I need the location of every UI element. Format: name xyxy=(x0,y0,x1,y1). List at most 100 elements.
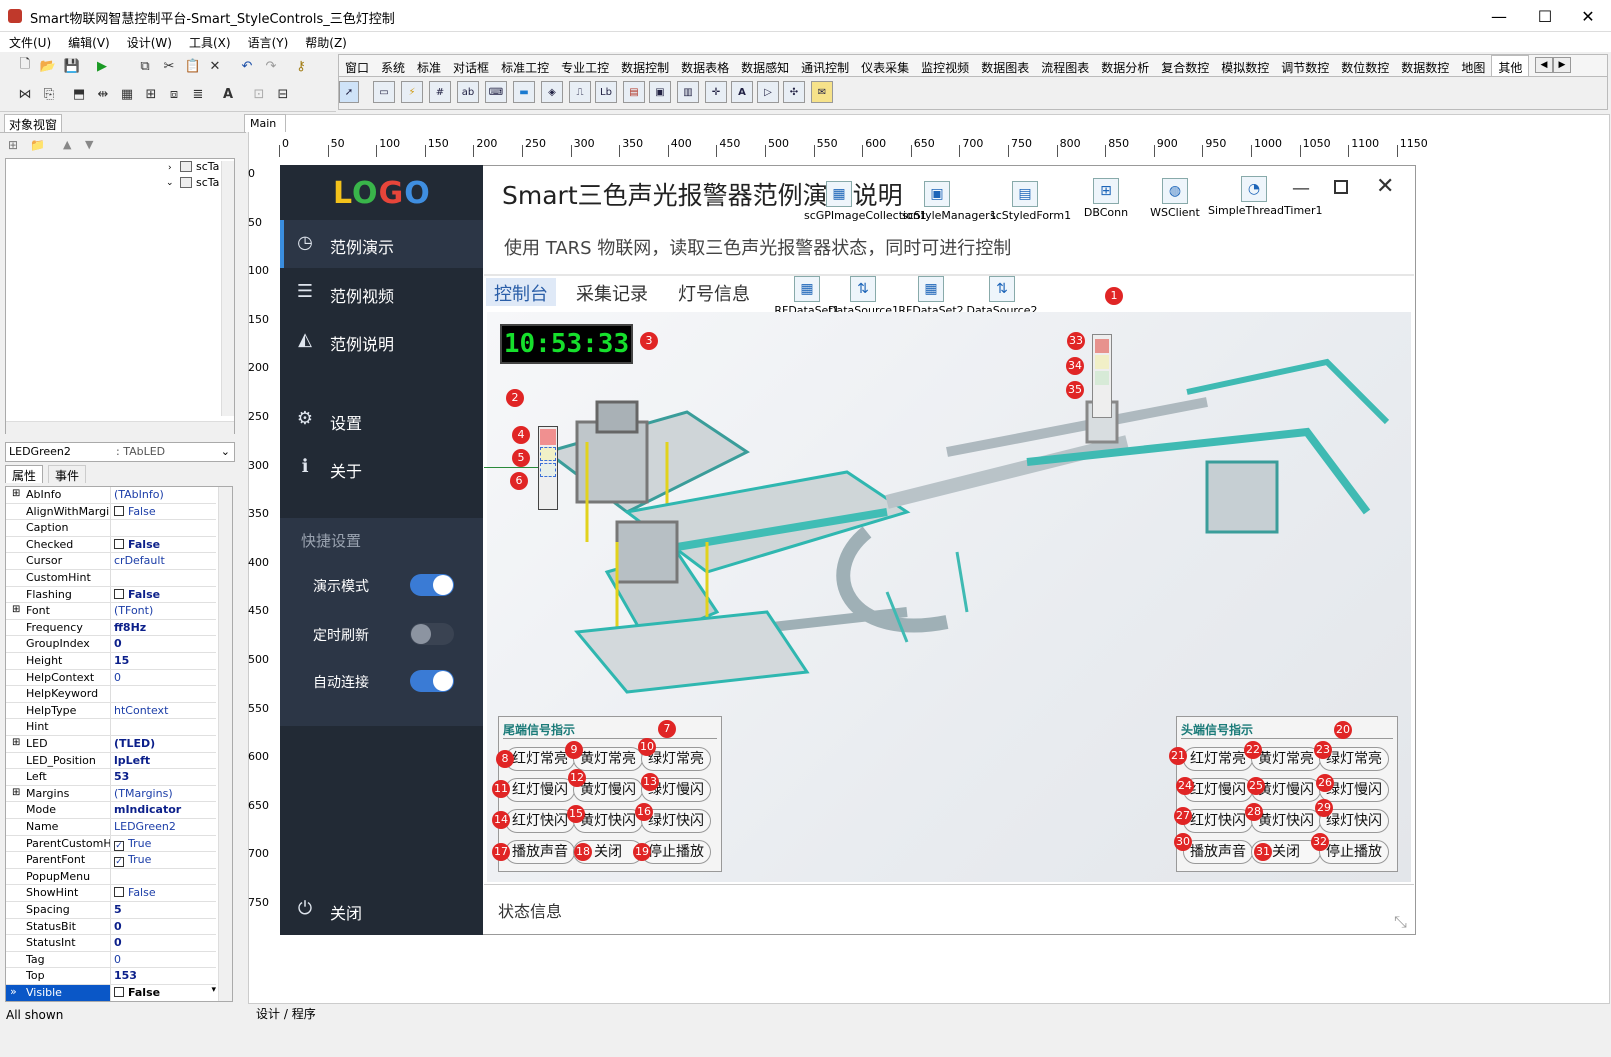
scroll-right-icon[interactable]: ▶ xyxy=(1553,57,1571,73)
property-row[interactable]: Spacing 5 xyxy=(6,902,216,919)
property-value[interactable]: 0 xyxy=(110,669,124,686)
property-row[interactable]: StatusInt 0 xyxy=(6,935,216,952)
align-icon[interactable]: ⋈ xyxy=(16,85,34,103)
menu-edit[interactable]: 编辑(V) xyxy=(59,32,118,51)
tab-design[interactable]: 设计 xyxy=(256,1007,280,1021)
property-value[interactable]: 0 xyxy=(110,951,124,968)
property-row[interactable]: CustomHint xyxy=(6,570,216,587)
property-value[interactable]: False xyxy=(110,586,163,603)
property-value[interactable]: mIndicator xyxy=(110,802,184,819)
move-up-icon[interactable]: ▲ xyxy=(63,138,71,151)
component-datasource1[interactable]: ⇅ DataSource1 xyxy=(828,276,899,317)
menu-file[interactable]: 文件(U) xyxy=(0,32,59,51)
head-signal-button[interactable]: 停止播放 xyxy=(1319,840,1389,864)
property-vscrollbar[interactable] xyxy=(218,487,232,1001)
palette-tab[interactable]: 数据数控 xyxy=(1395,56,1455,76)
head-signal-button[interactable]: 播放声音 xyxy=(1183,840,1253,864)
palette-component-icon[interactable]: ▤ xyxy=(623,81,645,103)
palette-tab[interactable]: 流程图表 xyxy=(1035,56,1095,76)
component-image-collection[interactable]: ▦ scGPImageCollection1 xyxy=(804,181,927,222)
chevron-down-icon[interactable]: ⌄ xyxy=(221,445,230,458)
property-value[interactable]: LEDGreen2 xyxy=(110,819,179,835)
property-row[interactable]: Flashing False xyxy=(6,586,216,604)
tail-signal-button[interactable]: 播放声音 xyxy=(505,840,575,864)
palette-tab[interactable]: 数据表格 xyxy=(675,56,735,76)
property-value[interactable]: (TMargins) xyxy=(110,785,176,802)
tree-expander-icon[interactable]: › xyxy=(168,163,172,173)
property-value[interactable]: False xyxy=(110,503,159,520)
nav-about[interactable]: ℹ 关于 xyxy=(280,444,483,492)
property-row[interactable]: Cursor crDefault xyxy=(6,553,216,570)
palette-component-icon[interactable]: ▭ xyxy=(373,81,395,103)
space-horizontal-icon[interactable]: ⇹ xyxy=(94,85,112,103)
property-row[interactable]: PopupMenu xyxy=(6,868,216,886)
redo-icon[interactable]: ↷ xyxy=(262,57,280,75)
tail-signal-button[interactable]: 红灯快闪 xyxy=(505,809,575,833)
property-row[interactable]: ShowHint False xyxy=(6,885,216,902)
copy-icon[interactable]: ⧉ xyxy=(136,57,154,75)
component-rfdataset2[interactable]: ▦ RFDataSet2 xyxy=(896,276,966,317)
size-icon[interactable]: ⊞ xyxy=(142,85,160,103)
property-row[interactable]: Checked False xyxy=(6,536,216,554)
property-row[interactable]: HelpType htContext xyxy=(6,702,216,720)
property-value[interactable]: ✓ True xyxy=(110,852,154,869)
group-icon[interactable]: ⊡ xyxy=(250,85,268,103)
palette-component-icon[interactable]: ⌨ xyxy=(485,81,507,103)
scroll-left-icon[interactable]: ◀ xyxy=(1535,57,1553,73)
demo-mode-toggle[interactable] xyxy=(410,574,454,596)
menu-language[interactable]: 语言(Y) xyxy=(239,32,297,51)
align-grid-icon[interactable]: ▦ xyxy=(118,85,136,103)
tab-code[interactable]: 程序 xyxy=(292,1007,316,1021)
property-value[interactable]: (TFont) xyxy=(110,603,156,620)
palette-component-icon[interactable]: ▣ xyxy=(649,81,671,103)
property-value[interactable]: ✓ True xyxy=(110,835,154,852)
tab-records[interactable]: 采集记录 xyxy=(568,278,656,306)
expand-icon[interactable]: ⊞ xyxy=(12,787,20,798)
palette-tab[interactable]: 其他 xyxy=(1491,55,1530,76)
palette-tab[interactable]: 专业工控 xyxy=(555,56,615,76)
property-row[interactable]: ParentFont ✓ True xyxy=(6,852,216,869)
property-value[interactable]: 153 xyxy=(110,968,140,985)
close-button[interactable]: ✕ xyxy=(1565,0,1611,32)
property-value[interactable]: (TLED) xyxy=(110,736,158,752)
list-icon[interactable]: ≣ xyxy=(189,85,207,103)
yellow-lamp[interactable] xyxy=(1095,355,1109,369)
red-lamp[interactable] xyxy=(540,429,556,445)
palette-tab[interactable]: 窗口 xyxy=(339,56,375,76)
palette-component-icon[interactable]: ab xyxy=(457,81,479,103)
tree-item[interactable]: scTa xyxy=(196,176,219,189)
palette-tab[interactable]: 调节数控 xyxy=(1275,56,1335,76)
head-signal-button[interactable]: 红灯慢闪 xyxy=(1183,778,1253,802)
tail-signal-button[interactable]: 黄灯常亮 xyxy=(573,747,643,771)
maximize-button[interactable]: ☐ xyxy=(1522,0,1568,32)
checkbox-icon[interactable] xyxy=(114,505,124,516)
property-row[interactable]: StatusBit 0 xyxy=(6,918,216,936)
property-row[interactable]: » Visible False ▾ xyxy=(6,985,218,1001)
palette-tab[interactable]: 数据控制 xyxy=(615,56,675,76)
nav-settings[interactable]: ⚙ 设置 xyxy=(280,396,483,444)
expand-icon[interactable]: ⊞ xyxy=(12,488,20,499)
component-dbconn[interactable]: ⊞ DBConn xyxy=(1071,178,1141,219)
expand-icon[interactable]: ⊞ xyxy=(12,604,20,615)
palette-component-icon[interactable]: # xyxy=(429,81,451,103)
property-value[interactable]: 0 xyxy=(110,636,125,653)
palette-component-icon[interactable]: A xyxy=(731,81,753,103)
component-wsclient[interactable]: ◍ WSClient xyxy=(1140,178,1210,219)
palette-component-icon[interactable]: Lb xyxy=(595,81,617,103)
tree-item[interactable]: scTa xyxy=(196,160,219,173)
palette-tab[interactable]: 模拟数控 xyxy=(1215,56,1275,76)
cut-icon[interactable]: ✂ xyxy=(160,57,178,75)
property-row[interactable]: HelpKeyword xyxy=(6,686,216,703)
menu-help[interactable]: 帮助(Z) xyxy=(296,32,355,51)
checkbox-icon[interactable] xyxy=(114,887,124,898)
nav-demo[interactable]: ◷ 范例演示 xyxy=(280,220,483,268)
property-value[interactable]: 0 xyxy=(110,935,125,952)
property-value[interactable]: False xyxy=(110,536,163,553)
property-row[interactable]: Left 53 xyxy=(6,769,216,786)
app-close-icon[interactable]: ✕ xyxy=(1376,174,1394,199)
property-row[interactable]: ⊞ AbInfo (TAbInfo) xyxy=(6,487,216,504)
property-value[interactable]: lpLeft xyxy=(110,752,153,769)
tree-hscrollbar[interactable] xyxy=(6,421,234,434)
tree-collapse-icon[interactable]: ⌄ xyxy=(166,178,174,188)
font-icon[interactable]: A xyxy=(219,85,237,103)
